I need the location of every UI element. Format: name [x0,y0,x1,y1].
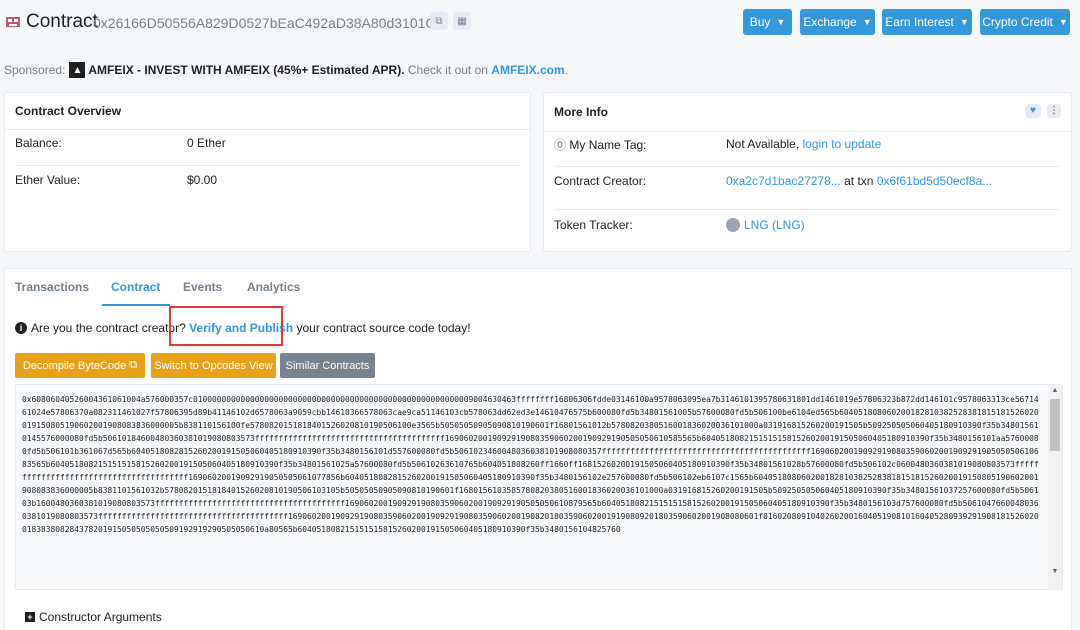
plus-icon: + [25,612,35,622]
scroll-thumb[interactable] [1050,399,1060,451]
more-info-card: More Info ♥ ⋮ ⓪ My Name Tag: Not Availab… [543,92,1072,252]
amfeix-logo-icon: ▲ [69,62,86,78]
external-link-icon: ⧉ [129,359,138,371]
constructor-arguments-toggle[interactable]: + Constructor Arguments [25,610,162,624]
buy-button[interactable]: Buy ▼ [743,9,792,35]
tab-transactions[interactable]: Transactions [15,280,89,294]
balance-value: 0 Ether [187,136,226,150]
bytecode-box[interactable]: 0x60806040526004361061004a576000357c0100… [15,384,1063,590]
name-tag-label: My Name Tag: [569,137,647,152]
similar-contracts-button[interactable]: Similar Contracts [280,353,375,378]
decompile-bytecode-button[interactable]: Decompile ByteCode ⧉ [15,353,145,378]
etherscan-contract-icon [6,17,20,27]
tab-events[interactable]: Events [183,280,222,294]
divider [554,166,1061,167]
creator-txn-link[interactable]: 0x6f61bd5d50ecf8a... [877,174,992,188]
page-header: Contract 0x26166D50556A829D0527bEaC492aD… [0,0,1080,48]
info-icon: i [15,322,27,334]
token-icon [726,218,740,232]
more-options-icon[interactable]: ⋮ [1047,104,1061,118]
divider [554,209,1061,210]
chevron-down-icon: ▼ [1058,17,1068,27]
sponsored-banner: Sponsored: ▲ AMFEIX - INVEST WITH AMFEIX… [4,62,568,78]
contract-creator-label: Contract Creator: [554,174,647,188]
creator-address-link[interactable]: 0xa2c7d1bac27278... [726,174,841,188]
ether-value-label: Ether Value: [15,173,81,187]
copy-icon[interactable]: ⧉ [430,12,448,30]
heart-icon[interactable]: ♥ [1025,104,1041,118]
contract-overview-card: Contract Overview Balance: 0 Ether Ether… [4,92,531,252]
question-icon: ⓪ [554,137,567,152]
token-tracker-label: Token Tracker: [554,218,633,232]
name-tag-value: Not Available, [726,137,800,151]
login-link[interactable]: login to update [803,137,882,151]
card-title: More Info [544,93,1071,132]
balance-label: Balance: [15,136,62,150]
contract-panel: i Are you the contract creator? Verify a… [4,306,1072,630]
scroll-up-icon[interactable]: ▲ [1050,386,1060,396]
card-title: Contract Overview [5,93,530,130]
sponsor-name[interactable]: AMFEIX - INVEST WITH AMFEIX (45%+ Estima… [88,63,404,77]
switch-opcodes-button[interactable]: Switch to Opcodes View [151,353,276,378]
divider [15,165,520,166]
contract-address: 0x26166D50556A829D0527bEaC492aD38A80d310… [93,15,436,31]
scroll-down-icon[interactable]: ▼ [1050,567,1060,577]
sponsor-link[interactable]: AMFEIX.com [491,63,564,77]
page-title: Contract [26,11,98,32]
ether-value-value: $0.00 [187,173,218,187]
chevron-down-icon: ▼ [862,17,872,27]
tab-analytics[interactable]: Analytics [247,280,300,294]
qr-code-icon[interactable]: ▦ [453,12,471,30]
chevron-down-icon: ▼ [959,17,969,27]
highlight-box [169,306,283,346]
tab-contract[interactable]: Contract [111,280,160,294]
exchange-button[interactable]: Exchange ▼ [800,9,875,35]
vertical-scrollbar[interactable]: ▲ ▼ [1048,385,1062,589]
chevron-down-icon: ▼ [776,17,786,27]
earn-interest-button[interactable]: Earn Interest ▼ [882,9,972,35]
token-link[interactable]: LNG (LNG) [744,218,805,232]
bytecode-text: 0x60806040526004361061004a576000357c0100… [22,395,1039,534]
tab-bar: Transactions Contract Events Analytics [4,268,1072,308]
crypto-credit-button[interactable]: Crypto Credit ▼ [980,9,1070,35]
